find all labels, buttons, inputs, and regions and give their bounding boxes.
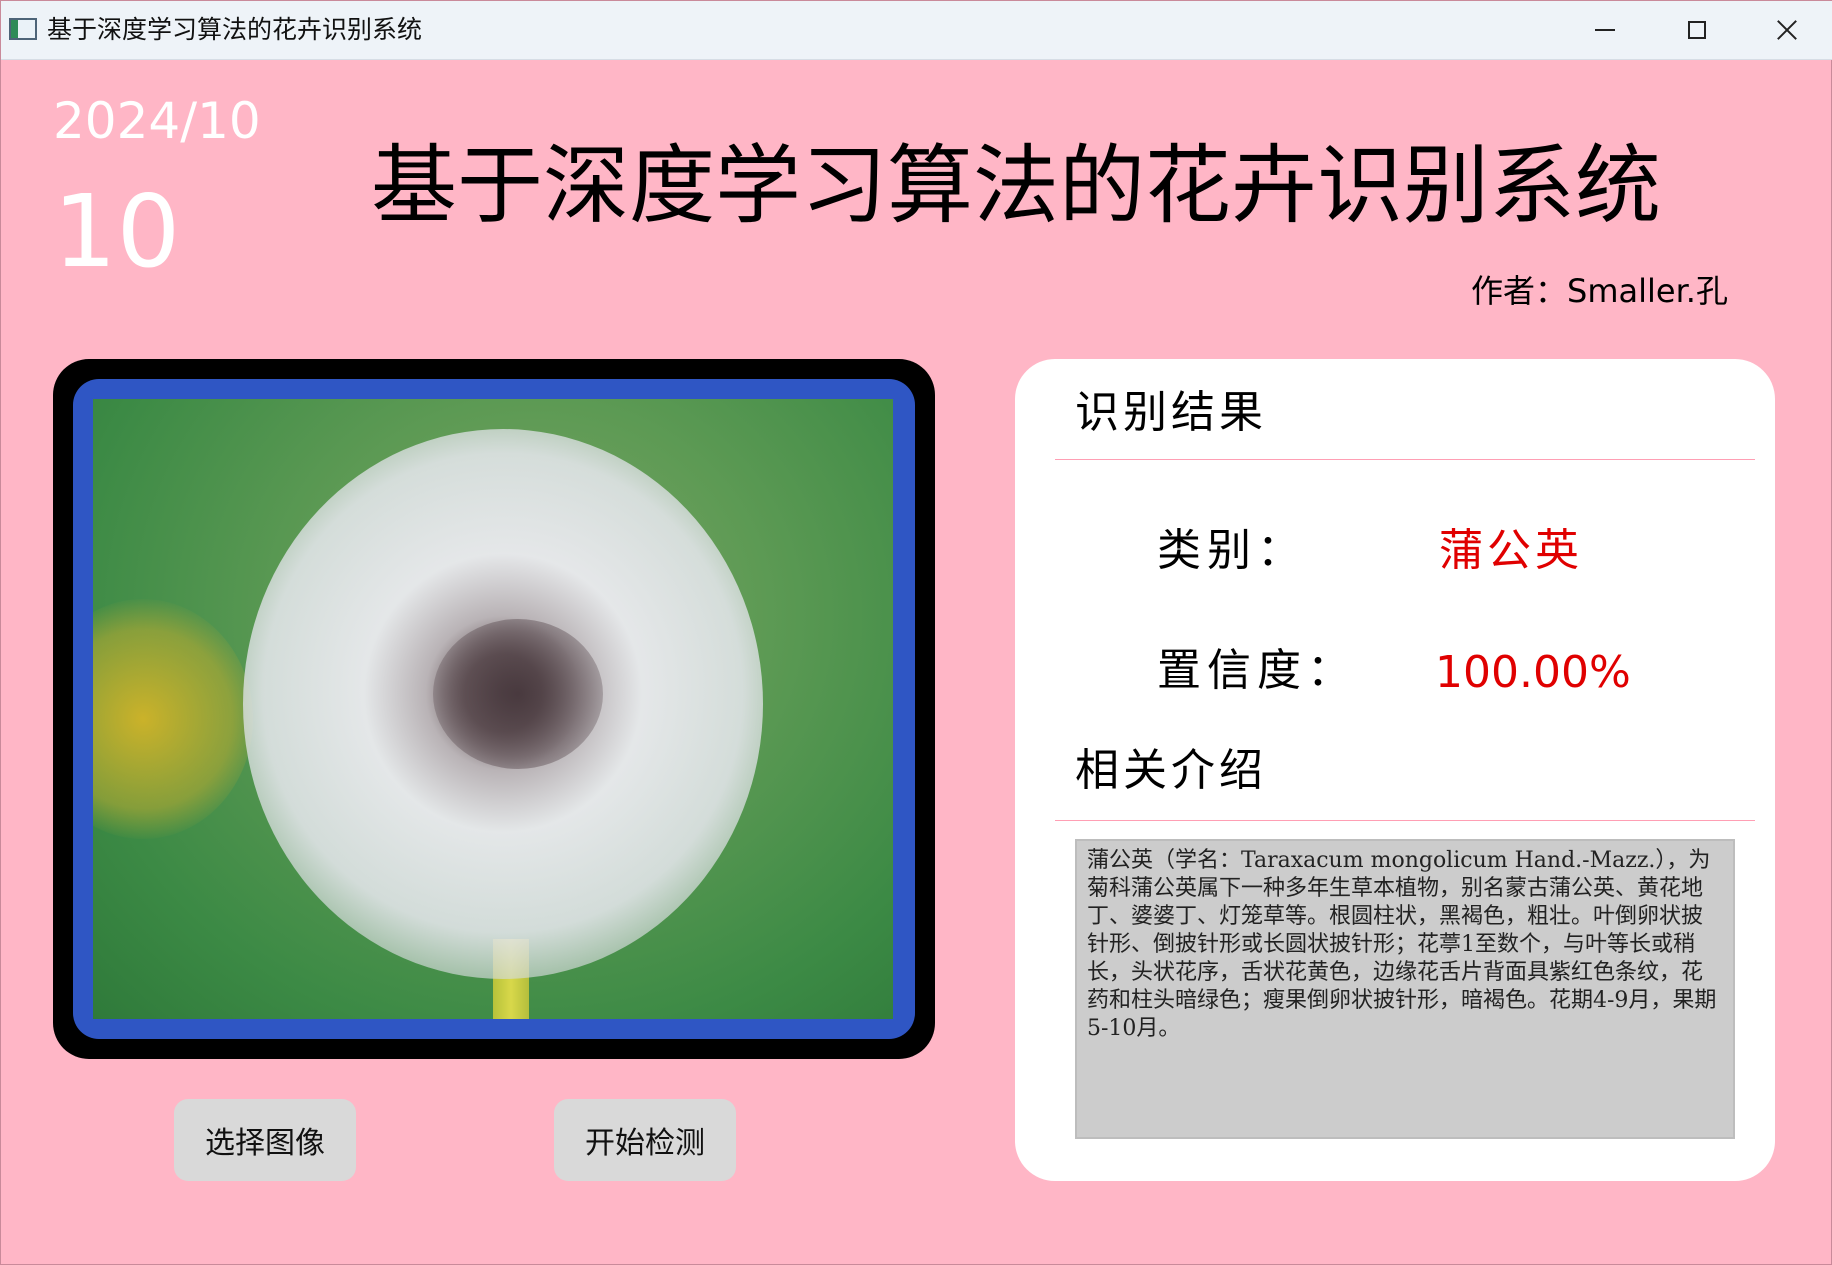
intro-section-title: 相关介绍 xyxy=(1075,745,1267,796)
minimize-button[interactable] xyxy=(1559,1,1651,59)
category-label: 类别： xyxy=(1157,525,1307,576)
app-window: 基于深度学习算法的花卉识别系统 2024/10 10 基于深度学习算法的花卉识别… xyxy=(0,0,1832,1265)
intro-text-box[interactable]: 蒲公英（学名：Taraxacum mongolicum Hand.-Mazz.）… xyxy=(1075,839,1735,1139)
image-border xyxy=(73,379,915,1039)
window-title: 基于深度学习算法的花卉识别系统 xyxy=(47,15,423,44)
divider xyxy=(1055,820,1755,821)
minimize-icon xyxy=(1595,29,1615,31)
confidence-label: 置信度： xyxy=(1157,645,1357,696)
day-label: 10 xyxy=(53,173,181,290)
close-button[interactable] xyxy=(1741,1,1832,59)
start-detect-button[interactable]: 开始检测 xyxy=(554,1099,736,1181)
background-blur xyxy=(93,599,253,839)
category-value: 蒲公英 xyxy=(1439,525,1583,576)
flower-image xyxy=(93,399,893,1019)
result-section-title: 识别结果 xyxy=(1075,387,1267,438)
dandelion-seeds xyxy=(433,619,603,769)
maximize-button[interactable] xyxy=(1651,1,1743,59)
image-frame xyxy=(53,359,935,1059)
result-panel: 识别结果 类别： 蒲公英 置信度： 100.00% 相关介绍 蒲公英（学名：Ta… xyxy=(1015,359,1775,1181)
confidence-value: 100.00% xyxy=(1435,647,1631,698)
divider xyxy=(1055,459,1755,460)
maximize-icon xyxy=(1688,21,1706,39)
date-label: 2024/10 xyxy=(53,92,261,150)
select-image-button[interactable]: 选择图像 xyxy=(174,1099,356,1181)
close-icon xyxy=(1776,19,1798,41)
title-bar[interactable]: 基于深度学习算法的花卉识别系统 xyxy=(1,1,1832,60)
page-title: 基于深度学习算法的花卉识别系统 xyxy=(371,136,1661,236)
author-label: 作者：Smaller.孔 xyxy=(1471,272,1728,310)
app-icon xyxy=(9,18,37,40)
